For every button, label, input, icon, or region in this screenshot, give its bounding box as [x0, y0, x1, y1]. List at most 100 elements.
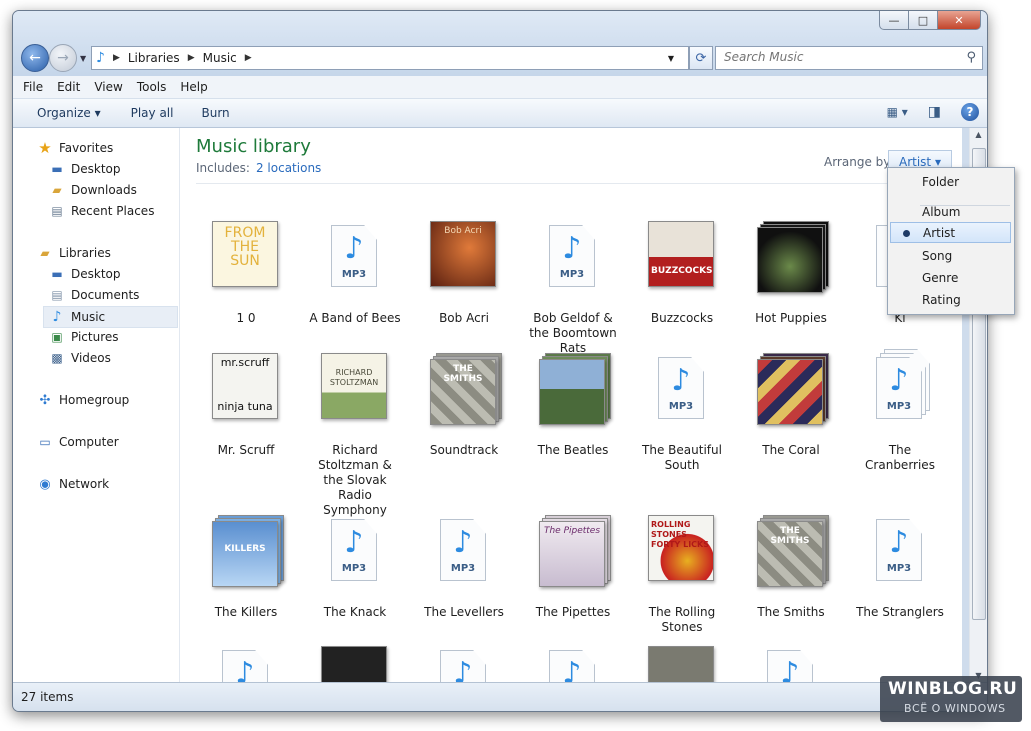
- artist-tile[interactable]: ♪: [525, 646, 621, 682]
- refresh-button[interactable]: ⟳: [689, 46, 713, 70]
- address-dropdown-icon[interactable]: ▼: [668, 54, 674, 63]
- artist-tile[interactable]: ♪ MP3 The Beautiful South: [634, 353, 730, 513]
- artist-tile[interactable]: ♪ MP3 A Band of Bees: [307, 221, 403, 351]
- breadcrumb-separator-icon[interactable]: ▶: [113, 53, 120, 63]
- sidebar-favorites[interactable]: ★ Favorites: [37, 138, 113, 158]
- artist-tile[interactable]: The Pipettes The Pipettes: [525, 515, 621, 645]
- album-art: ♪: [539, 646, 603, 682]
- sidebar-homegroup[interactable]: ✣ Homegroup: [37, 390, 130, 410]
- sidebar-item-recent-places[interactable]: ▤ Recent Places: [49, 201, 154, 221]
- artist-tile[interactable]: [634, 646, 730, 682]
- music-note-icon: ♪: [235, 656, 255, 683]
- sidebar-item-lib-desktop[interactable]: ▬ Desktop: [49, 264, 120, 284]
- status-bar: 27 items: [13, 682, 987, 711]
- locations-link[interactable]: 2 locations: [256, 161, 321, 175]
- menu-view[interactable]: View: [94, 80, 122, 94]
- breadcrumb-separator-icon[interactable]: ▶: [188, 53, 195, 63]
- artist-tile[interactable]: ♪ MP3 The Knack: [307, 515, 403, 645]
- address-bar[interactable]: ♪ ▶ Libraries ▶ Music ▶ ▼: [91, 46, 689, 70]
- scroll-up-icon[interactable]: ▲: [970, 130, 987, 139]
- mp3-file-icon: ♪ MP3: [440, 519, 486, 581]
- artist-tile[interactable]: RICHARD STOLTZMAN Richard Stoltzman & th…: [307, 353, 403, 532]
- breadcrumb-libraries[interactable]: Libraries: [128, 51, 180, 65]
- mp3-text: MP3: [668, 401, 694, 412]
- artist-tile[interactable]: KILLERS The Killers: [198, 515, 294, 645]
- sidebar-network[interactable]: ◉ Network: [37, 474, 109, 494]
- back-button[interactable]: ←: [21, 44, 49, 72]
- menu-edit[interactable]: Edit: [57, 80, 80, 94]
- album-art: mr.scruff ninja tuna: [212, 353, 278, 423]
- album-art: ♪: [212, 646, 276, 682]
- sidebar-item-label: Libraries: [59, 246, 111, 260]
- sidebar-item-pictures[interactable]: ▣ Pictures: [49, 327, 118, 347]
- sidebar-item-downloads[interactable]: ▰ Downloads: [49, 180, 137, 200]
- recent-pages-chevron-icon[interactable]: ▼: [80, 54, 86, 63]
- preview-pane-icon[interactable]: ◨: [928, 104, 941, 120]
- arrange-option-artist[interactable]: Artist: [890, 222, 1011, 243]
- artist-tile[interactable]: BUZZCOCKS Buzzcocks: [634, 221, 730, 351]
- menu-tools[interactable]: Tools: [137, 80, 167, 94]
- artist-tile[interactable]: The Beatles: [525, 353, 621, 513]
- artist-tile[interactable]: ♪ MP3 Bob Geldof & the Boomtown Rats: [525, 221, 621, 355]
- command-bar: Organize ▾ Play all Burn ▦ ▾ ◨ ?: [13, 99, 987, 128]
- arrange-option-folder[interactable]: Folder: [890, 171, 1011, 192]
- sidebar-libraries[interactable]: ▰ Libraries: [37, 243, 111, 263]
- close-button[interactable]: ✕: [937, 11, 981, 30]
- play-all-button[interactable]: Play all: [131, 106, 174, 120]
- artist-tile[interactable]: ♪ MP3 The Levellers: [416, 515, 512, 645]
- sidebar-item-videos[interactable]: ▩ Videos: [49, 348, 111, 368]
- arrange-option-genre[interactable]: Genre: [890, 267, 1011, 288]
- sidebar-item-label: Downloads: [71, 183, 137, 197]
- arrange-option-rating[interactable]: Rating: [890, 289, 1011, 310]
- artist-tile[interactable]: ♪: [416, 646, 512, 682]
- watermark-title: WINBLOG.RU: [888, 679, 1018, 699]
- search-icon[interactable]: ⚲: [966, 50, 976, 65]
- search-box[interactable]: ⚲: [715, 46, 983, 70]
- change-view-icon[interactable]: ▦ ▾: [887, 105, 908, 119]
- sidebar-item-desktop[interactable]: ▬ Desktop: [49, 159, 120, 179]
- album-cover-icon: THE SMITHS: [430, 359, 496, 425]
- search-input[interactable]: [716, 47, 954, 67]
- sidebar-item-label: Documents: [71, 288, 140, 302]
- artist-tile[interactable]: [307, 646, 403, 682]
- burn-button[interactable]: Burn: [201, 106, 229, 120]
- arrange-by-label: Arrange by:: [824, 155, 894, 169]
- sidebar-computer[interactable]: ▭ Computer: [37, 432, 118, 452]
- artist-tile[interactable]: ROLLING STONES FORTY LICKS The Rolling S…: [634, 515, 730, 645]
- artist-tile[interactable]: ♪: [743, 646, 839, 682]
- sidebar-item-music[interactable]: ♪ Music: [43, 306, 178, 328]
- breadcrumb-music[interactable]: Music: [203, 51, 237, 65]
- artist-tile[interactable]: Hot Puppies: [743, 221, 839, 351]
- artist-tile[interactable]: Bob Acri Bob Acri: [416, 221, 512, 351]
- artist-tile[interactable]: mr.scruff ninja tuna Mr. Scruff: [198, 353, 294, 513]
- album-cover-icon: ROLLING STONES FORTY LICKS: [648, 515, 714, 581]
- sidebar-item-documents[interactable]: ▤ Documents: [49, 285, 139, 305]
- music-note-icon: ♪: [453, 656, 473, 683]
- artist-label: Bob Acri: [439, 311, 489, 325]
- artist-tile[interactable]: THE SMITHS The Smiths: [743, 515, 839, 645]
- menu-help[interactable]: Help: [180, 80, 207, 94]
- artist-label: The Rolling Stones: [648, 605, 716, 634]
- item-count: 27 items: [21, 690, 74, 704]
- arrange-option-song[interactable]: Song: [890, 245, 1011, 266]
- artist-tile[interactable]: ♪ MP3 The Stranglers: [852, 515, 948, 645]
- artist-tile[interactable]: ♪ MP3 The Cranberries: [852, 349, 948, 513]
- mp3-file-icon: ♪: [767, 650, 813, 682]
- artist-tile[interactable]: THE SMITHS Soundtrack: [416, 353, 512, 513]
- album-art: [539, 353, 611, 425]
- maximize-button[interactable]: □: [908, 11, 938, 30]
- artist-tile[interactable]: The Coral: [743, 353, 839, 513]
- artist-tile[interactable]: ♪: [198, 646, 294, 682]
- breadcrumb-separator-icon[interactable]: ▶: [245, 53, 252, 63]
- help-button[interactable]: ?: [961, 103, 979, 121]
- album-art: The Pipettes: [539, 515, 611, 587]
- menu-file[interactable]: File: [23, 80, 43, 94]
- mp3-text: MP3: [450, 563, 476, 574]
- organize-button[interactable]: Organize ▾: [37, 106, 101, 120]
- desktop-icon: ▬: [51, 267, 63, 281]
- arrange-option-album[interactable]: Album: [890, 201, 1011, 222]
- minimize-button[interactable]: —: [879, 11, 909, 30]
- artist-tile[interactable]: FROM THE SUN 1 0: [198, 221, 294, 351]
- forward-button[interactable]: →: [49, 44, 77, 72]
- album-art: Bob Acri: [430, 221, 496, 291]
